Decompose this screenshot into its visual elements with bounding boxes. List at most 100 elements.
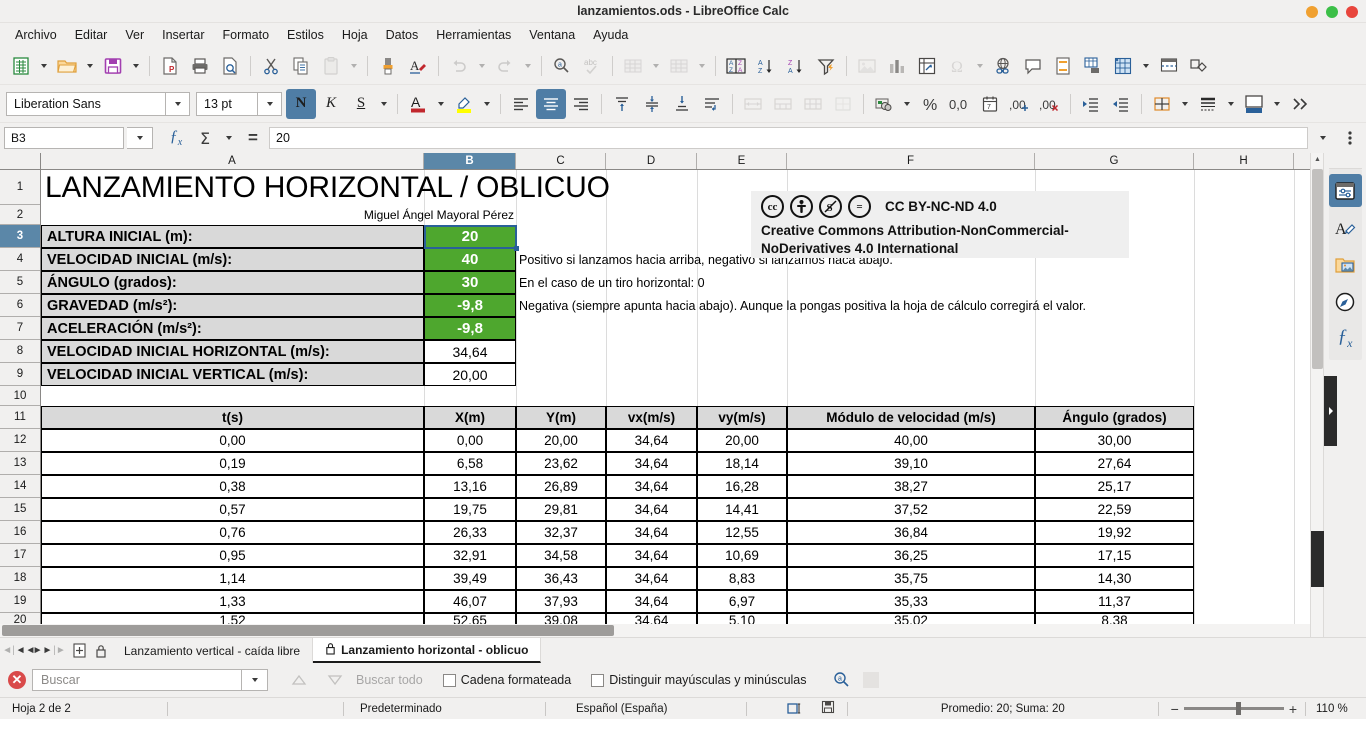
row-header-5[interactable]: 5 bbox=[0, 271, 40, 294]
sort-descending-icon[interactable]: ZA bbox=[781, 51, 811, 81]
special-character-dropdown-icon[interactable] bbox=[972, 51, 988, 81]
menu-ver[interactable]: Ver bbox=[116, 26, 153, 44]
zoom-knob[interactable] bbox=[1235, 702, 1241, 715]
zoom-level[interactable]: 110 % bbox=[1316, 703, 1366, 715]
headers-footers-icon[interactable] bbox=[1048, 51, 1078, 81]
autofilter-icon[interactable] bbox=[811, 51, 841, 81]
export-pdf-icon[interactable]: P bbox=[155, 51, 185, 81]
row-header-18[interactable]: 18 bbox=[0, 567, 40, 590]
table-cell-angulo[interactable]: 19,92 bbox=[1035, 521, 1194, 544]
define-print-area-icon[interactable] bbox=[1078, 51, 1108, 81]
table-cell-modulo[interactable]: 35,33 bbox=[787, 590, 1035, 613]
table-cell-t[interactable]: 0,00 bbox=[41, 429, 424, 452]
decrease-indent-icon[interactable] bbox=[1106, 89, 1136, 119]
table-cell-t[interactable]: 1,14 bbox=[41, 567, 424, 590]
font-color-icon[interactable]: A bbox=[403, 89, 433, 119]
table-cell-y[interactable]: 34,58 bbox=[516, 544, 606, 567]
document-modified-icon[interactable] bbox=[821, 700, 835, 717]
font-size-combo[interactable]: 13 pt bbox=[196, 91, 282, 116]
vertical-scrollbar[interactable]: ▲ bbox=[1310, 153, 1324, 637]
sidebar-hide-icon[interactable] bbox=[1324, 376, 1337, 446]
cell-b7-value[interactable]: -9,8 bbox=[424, 317, 516, 340]
row-icon[interactable] bbox=[618, 51, 648, 81]
table-cell-vx[interactable]: 34,64 bbox=[606, 452, 697, 475]
menu-insertar[interactable]: Insertar bbox=[153, 26, 213, 44]
row-header-13[interactable]: 13 bbox=[0, 452, 40, 475]
insert-image-icon[interactable] bbox=[852, 51, 882, 81]
table-header-y[interactable]: Y(m) bbox=[516, 406, 606, 429]
search-history-dropdown-icon[interactable] bbox=[242, 669, 268, 691]
zoom-track[interactable] bbox=[1183, 702, 1284, 715]
table-cell-x[interactable]: 19,75 bbox=[424, 498, 516, 521]
hyperlink-icon[interactable] bbox=[988, 51, 1018, 81]
column-header-d[interactable]: D bbox=[606, 153, 697, 169]
row-header-10[interactable]: 10 bbox=[0, 386, 40, 406]
horizontal-scroll-thumb[interactable] bbox=[2, 625, 614, 636]
table-cell-vx[interactable]: 34,64 bbox=[606, 498, 697, 521]
scroll-split-handle[interactable] bbox=[1311, 531, 1324, 587]
table-cell-vy[interactable]: 18,14 bbox=[697, 452, 787, 475]
unmerge-cells-icon[interactable] bbox=[798, 89, 828, 119]
save-icon[interactable] bbox=[98, 51, 128, 81]
sheet-row-10[interactable] bbox=[41, 386, 1310, 406]
border-style-dropdown-icon[interactable] bbox=[1223, 89, 1239, 119]
table-cell-t[interactable]: 0,57 bbox=[41, 498, 424, 521]
zoom-slider[interactable]: − + bbox=[1171, 701, 1297, 717]
table-cell-modulo[interactable]: 38,27 bbox=[787, 475, 1035, 498]
find-previous-icon[interactable] bbox=[284, 665, 314, 695]
column-dropdown-icon[interactable] bbox=[694, 51, 710, 81]
row-dropdown-icon[interactable] bbox=[648, 51, 664, 81]
wrap-text-icon[interactable] bbox=[697, 89, 727, 119]
formatted-string-checkbox-box[interactable] bbox=[442, 673, 456, 687]
date-format-icon[interactable]: 7 bbox=[975, 89, 1005, 119]
close-icon[interactable]: ✕ bbox=[8, 671, 26, 689]
grid-area[interactable]: A B C D E F G H 1 2 3 4 5 6 7 8 9 10 11 bbox=[0, 153, 1310, 637]
column-header-e[interactable]: E bbox=[697, 153, 787, 169]
table-cell-x[interactable]: 13,16 bbox=[424, 475, 516, 498]
row-header-11[interactable]: 11 bbox=[0, 406, 40, 429]
align-center-icon[interactable] bbox=[536, 88, 566, 119]
comment-icon[interactable] bbox=[1018, 51, 1048, 81]
previous-sheet-icon[interactable]: ◄◄ bbox=[16, 638, 36, 663]
font-name-dropdown-icon[interactable] bbox=[166, 91, 190, 116]
print-icon[interactable] bbox=[185, 51, 215, 81]
background-color-icon[interactable] bbox=[1239, 89, 1269, 119]
special-character-icon[interactable]: Ω bbox=[942, 51, 972, 81]
table-header-vx[interactable]: vx(m/s) bbox=[606, 406, 697, 429]
merge-cells-icon[interactable] bbox=[738, 89, 768, 119]
sidebar-item-gallery[interactable] bbox=[1329, 248, 1362, 281]
cell-b5-value[interactable]: 30 bbox=[424, 271, 516, 294]
table-header-x[interactable]: X(m) bbox=[424, 406, 516, 429]
currency-format-icon[interactable] bbox=[869, 89, 899, 119]
font-size-value[interactable]: 13 pt bbox=[196, 91, 258, 116]
redo-dropdown-icon[interactable] bbox=[520, 51, 536, 81]
menu-herramientas[interactable]: Herramientas bbox=[427, 26, 520, 44]
table-cell-t[interactable]: 0,95 bbox=[41, 544, 424, 567]
table-cell-vx[interactable]: 34,64 bbox=[606, 567, 697, 590]
maximize-button[interactable] bbox=[1326, 5, 1338, 18]
find-replace-dialog-icon[interactable]: a bbox=[827, 665, 857, 695]
table-cell-vx[interactable]: 34,64 bbox=[606, 590, 697, 613]
sidebar-settings-top[interactable] bbox=[1328, 157, 1362, 169]
column-header-h[interactable]: H bbox=[1194, 153, 1294, 169]
percent-format-icon[interactable]: % bbox=[915, 89, 945, 119]
overflow-icon[interactable] bbox=[1285, 89, 1315, 119]
column-icon[interactable] bbox=[664, 51, 694, 81]
row-header-2[interactable]: 2 bbox=[0, 205, 40, 225]
table-row[interactable]: 0,76 26,33 32,37 34,64 12,55 36,84 19,92 bbox=[41, 521, 1310, 544]
select-all-corner[interactable] bbox=[0, 153, 41, 169]
row-header-6[interactable]: 6 bbox=[0, 294, 40, 317]
find-all-button[interactable]: Buscar todo bbox=[356, 673, 423, 687]
cell-b8-value[interactable]: 34,64 bbox=[424, 340, 516, 363]
cell-a4-label[interactable]: VELOCIDAD INICIAL (m/s): bbox=[41, 248, 424, 271]
table-cell-vy[interactable]: 8,83 bbox=[697, 567, 787, 590]
add-sheet-icon[interactable] bbox=[68, 638, 90, 663]
show-draw-functions-icon[interactable] bbox=[1184, 51, 1214, 81]
font-size-dropdown-icon[interactable] bbox=[258, 91, 282, 116]
cell-a1-title[interactable]: LANZAMIENTO HORIZONTAL / OBLICUO bbox=[41, 170, 741, 205]
row-header-9[interactable]: 9 bbox=[0, 363, 40, 386]
table-cell-vy[interactable]: 10,69 bbox=[697, 544, 787, 567]
table-header-t[interactable]: t(s) bbox=[41, 406, 424, 429]
row-header-8[interactable]: 8 bbox=[0, 340, 40, 363]
bold-button[interactable]: N bbox=[286, 88, 316, 119]
